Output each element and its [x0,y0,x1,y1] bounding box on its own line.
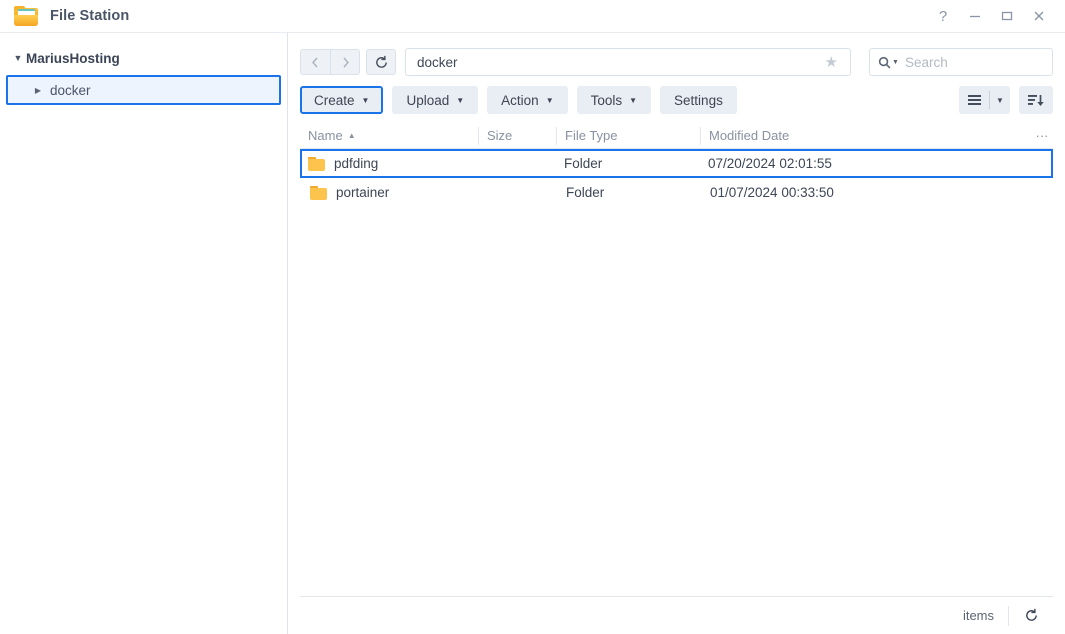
view-mode-dropdown-button[interactable]: ▼ [990,86,1010,114]
nav-history-group [300,49,360,75]
help-button[interactable]: ? [927,0,959,32]
cell-name: portainer [302,185,480,200]
column-header-file-type[interactable]: File Type [556,126,700,145]
action-button[interactable]: Action ▼ [487,86,568,114]
file-name: pdfding [334,156,379,171]
column-header-modified-date[interactable]: Modified Date [700,126,1031,145]
cell-modified-date: 01/07/2024 00:33:50 [710,185,834,200]
file-name: portainer [336,185,390,200]
reload-button[interactable] [366,49,396,75]
table-body: pdfding Folder 07/20/2024 02:01:55 porta… [300,149,1053,596]
create-button[interactable]: Create ▼ [300,86,384,114]
more-vertical-icon[interactable]: · · · [1031,129,1053,142]
tools-button-label: Tools [590,92,623,108]
sidebar-subtree: ▶ docker [6,75,281,105]
sort-ascending-icon: ▲ [347,131,356,140]
file-list: Name ▲ Size File Type Modified Date · · · [300,123,1053,596]
upload-button[interactable]: Upload ▼ [392,86,479,114]
back-button[interactable] [301,50,330,74]
search-icon[interactable]: ▼ [878,56,899,69]
window-body: ▼ MariusHosting ▶ docker docker ★ ▼ Sear… [0,32,1065,634]
table-row[interactable]: pdfding Folder 07/20/2024 02:01:55 [300,149,1053,178]
toolbar: Create ▼ Upload ▼ Action ▼ Tools ▼ Setti… [288,83,1065,117]
search-input[interactable]: ▼ Search [869,48,1053,76]
sidebar-item-mariushosting[interactable]: ▼ MariusHosting [0,45,287,71]
refresh-icon [375,55,387,68]
maximize-icon [1001,11,1013,21]
chevron-down-icon: ▼ [629,95,638,105]
title-bar: File Station ? [0,0,1065,32]
chevron-down-icon: ▼ [545,95,554,105]
status-refresh-button[interactable] [1009,608,1053,623]
table-header: Name ▲ Size File Type Modified Date · · · [300,123,1053,149]
list-view-button[interactable] [959,86,989,114]
sidebar-root-label: MariusHosting [26,50,120,66]
cell-modified-date: 07/20/2024 02:01:55 [708,156,832,171]
main-panel: docker ★ ▼ Search Create ▼ Upload ▼ Acti… [288,32,1065,634]
cell-file-type: Folder [566,185,605,200]
minimize-icon [970,15,980,18]
folder-icon [308,156,325,171]
search-placeholder: Search [904,54,948,70]
list-view-icon [967,95,981,105]
table-row[interactable]: portainer Folder 01/07/2024 00:33:50 [300,178,1053,207]
create-button-label: Create [314,92,355,108]
column-header-size[interactable]: Size [478,126,556,145]
view-mode-group: ▼ [959,86,1010,114]
tools-button[interactable]: Tools ▼ [576,86,652,114]
maximize-button[interactable] [991,0,1023,32]
sidebar-item-docker[interactable]: ▶ docker [6,75,281,105]
chevron-down-icon[interactable]: ▼ [892,59,899,66]
column-header-file-type-label: File Type [565,128,618,143]
status-bar: items [300,596,1053,634]
chevron-down-icon: ▼ [361,95,370,105]
sort-button[interactable] [1019,86,1053,114]
column-header-name[interactable]: Name ▲ [300,127,478,145]
chevron-down-icon: ▼ [996,95,1004,105]
file-station-window: File Station ? ▼ MariusHosting ▶ docker … [0,0,1065,634]
close-button[interactable] [1023,0,1055,32]
folder-icon [310,185,327,200]
forward-button[interactable] [330,50,359,74]
column-header-size-label: Size [487,128,513,143]
chevron-down-icon[interactable]: ▼ [10,53,26,63]
sidebar: ▼ MariusHosting ▶ docker [0,32,288,634]
sidebar-item-label: docker [50,82,91,98]
chevron-left-icon [312,57,318,67]
item-count-label: items [962,608,994,623]
settings-button[interactable]: Settings [660,86,737,114]
toolbar-right-group: ▼ [959,86,1053,114]
star-icon[interactable]: ★ [825,53,842,71]
chevron-down-icon: ▼ [456,95,465,105]
column-header-name-label: Name [308,128,343,143]
cell-name: pdfding [302,156,480,171]
window-controls: ? [927,0,1055,32]
folder-icon [14,5,38,27]
refresh-icon [1025,608,1037,621]
question-mark-icon: ? [938,7,948,25]
action-button-label: Action [501,92,539,108]
upload-button-label: Upload [406,92,450,108]
chevron-right-icon[interactable]: ▶ [30,86,46,95]
cell-file-type: Folder [564,156,603,171]
path-value: docker [417,54,458,70]
chevron-right-icon [342,57,349,67]
column-header-modified-date-label: Modified Date [709,128,790,143]
app-title: File Station [50,8,130,24]
navigation-bar: docker ★ ▼ Search [288,43,1065,81]
sort-descending-icon [1028,94,1044,106]
path-input[interactable]: docker ★ [405,48,851,76]
close-icon [1034,11,1044,21]
settings-button-label: Settings [674,92,723,108]
minimize-button[interactable] [959,0,991,32]
